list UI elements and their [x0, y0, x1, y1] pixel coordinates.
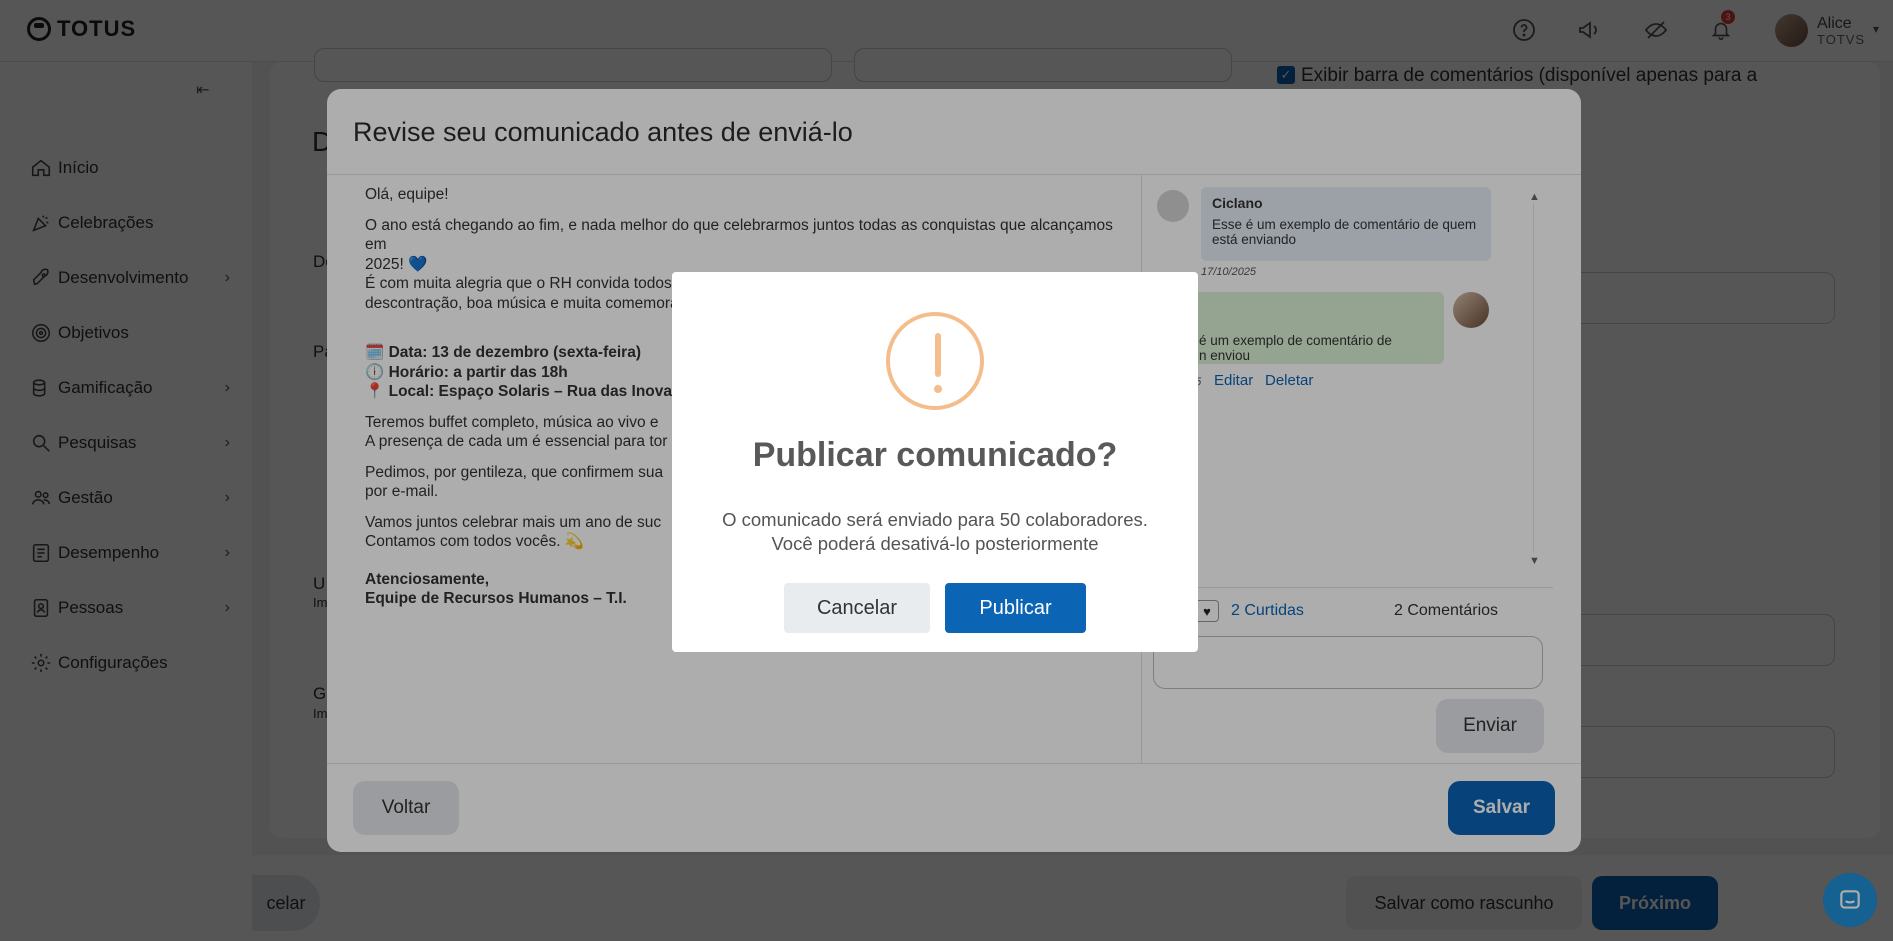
cancel-button[interactable]: Cancelar: [784, 583, 930, 633]
publish-label: Publicar: [979, 596, 1052, 619]
confirm-message-line: O comunicado será enviado para 50 colabo…: [722, 509, 1148, 530]
confirm-message-line: Você poderá desativá-lo posteriormente: [771, 533, 1099, 554]
publish-confirm-dialog: Publicar comunicado? O comunicado será e…: [672, 272, 1198, 652]
cancel-label: Cancelar: [816, 596, 898, 619]
publish-button[interactable]: Publicar: [945, 583, 1086, 633]
confirm-title: Publicar comunicado?: [752, 436, 1118, 474]
warning-icon: [886, 312, 984, 410]
confirm-message: O comunicado será enviado para 50 colabo…: [672, 508, 1198, 556]
